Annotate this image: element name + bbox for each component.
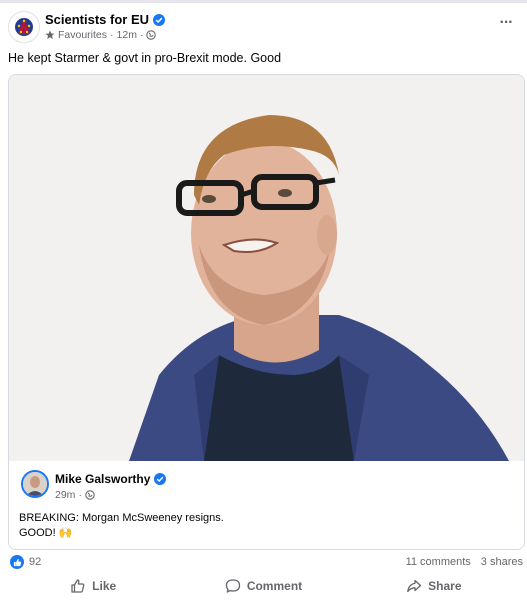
meta-separator: ·	[110, 29, 114, 41]
audience-label[interactable]: Favourites	[58, 29, 107, 41]
shared-timestamp[interactable]: 29m	[55, 489, 75, 501]
page-avatar[interactable]	[8, 11, 40, 43]
verified-badge-icon	[153, 13, 166, 26]
globe-icon	[85, 490, 95, 500]
more-horizontal-icon: ···	[499, 14, 514, 31]
top-divider	[0, 0, 527, 3]
author-avatar[interactable]	[21, 470, 49, 498]
shared-text-line-1: BREAKING: Morgan McSweeney resigns.	[19, 512, 224, 524]
shared-text-line-2: GOOD! 🙌	[19, 527, 73, 539]
shared-post-text: BREAKING: Morgan McSweeney resigns. GOOD…	[19, 511, 224, 541]
scientists-for-eu-logo	[9, 12, 39, 42]
post-caption: He kept Starmer & govt in pro-Brexit mod…	[8, 51, 282, 65]
comment-bubble-icon	[225, 579, 240, 593]
comment-button[interactable]: Comment	[178, 575, 348, 597]
globe-icon	[146, 30, 157, 40]
comment-label: Comment	[246, 579, 303, 593]
shared-post-card[interactable]: Mike Galsworthy 29m · BREAKING: Morgan M…	[8, 74, 525, 550]
verified-badge-icon	[154, 473, 167, 485]
star-icon	[45, 30, 55, 39]
share-button[interactable]: Share	[349, 575, 519, 597]
page-name[interactable]: Scientists for EU	[45, 12, 166, 27]
post-header: Scientists for EU Favourites · 12m · ···	[8, 11, 519, 47]
shares-count[interactable]: 3 shares	[481, 556, 523, 568]
post-timestamp[interactable]: 12m	[117, 29, 137, 41]
reactions-count[interactable]: 92	[29, 556, 41, 568]
like-button[interactable]: Like	[8, 575, 178, 597]
comments-count[interactable]: 11 comments	[406, 556, 471, 568]
post-meta: Favourites · 12m ·	[45, 29, 157, 41]
meta-separator: ·	[139, 29, 144, 41]
shared-post-photo[interactable]	[9, 75, 524, 461]
thumbs-up-icon	[71, 579, 85, 593]
like-reaction-icon	[10, 555, 24, 569]
shared-post-body: Mike Galsworthy 29m · BREAKING: Morgan M…	[9, 461, 524, 549]
meta-separator: ·	[78, 489, 82, 501]
engagement-counts: 11 comments 3 shares	[406, 556, 523, 568]
author-avatar-image	[23, 472, 47, 496]
page-name-text[interactable]: Scientists for EU	[45, 12, 149, 27]
share-arrow-icon	[407, 579, 422, 593]
shared-author[interactable]: Mike Galsworthy	[55, 472, 167, 486]
more-options-button[interactable]: ···	[495, 14, 517, 31]
post-actions-bar: Like Comment Share	[8, 575, 519, 597]
shared-author-name[interactable]: Mike Galsworthy	[55, 472, 150, 486]
reactions-summary[interactable]: 92	[10, 555, 41, 569]
shared-meta: 29m ·	[55, 489, 95, 501]
like-label: Like	[92, 579, 117, 593]
share-label: Share	[428, 579, 462, 593]
